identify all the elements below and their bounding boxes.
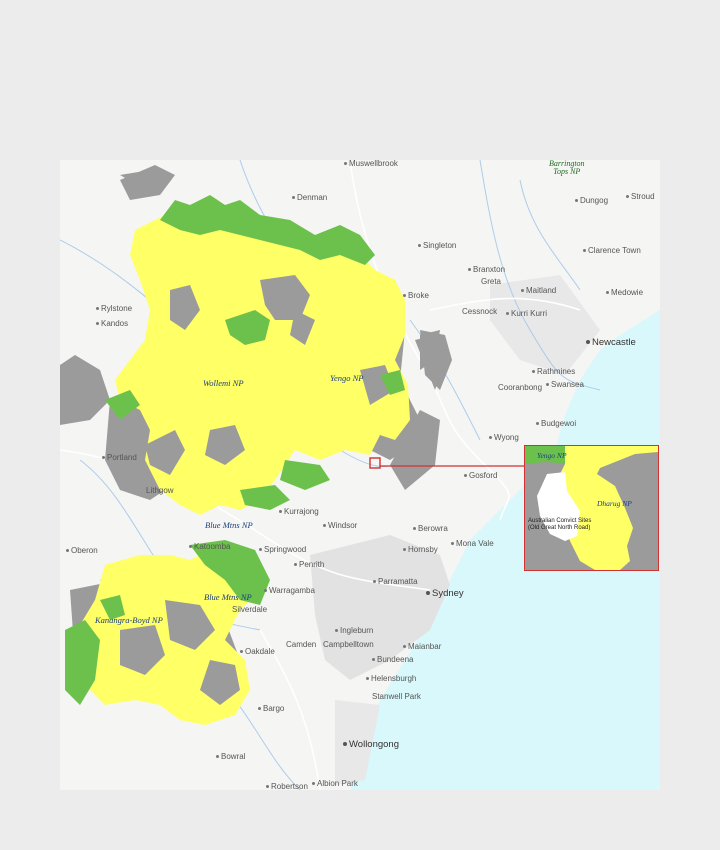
town-camden: Camden: [286, 640, 317, 649]
town-oberon: Oberon: [66, 547, 98, 555]
town-bargo: Bargo: [258, 705, 284, 713]
town-albion-park: Albion Park: [312, 780, 358, 788]
town-broke: Broke: [403, 292, 429, 300]
town-robertson: Robertson: [266, 783, 308, 790]
park-label-yengo: Yengo NP: [330, 373, 364, 383]
park-label-barrington-tops: Barrington Tops NP: [549, 160, 585, 177]
town-bowral: Bowral: [216, 753, 245, 761]
region-sydney: Sydney: [426, 589, 464, 599]
town-helensburgh: Helensburgh: [366, 675, 416, 683]
town-campbelltown: Campbelltown: [323, 640, 374, 649]
town-cessnock: Cessnock: [462, 307, 498, 316]
town-branxton: Branxton: [468, 266, 505, 274]
town-stroud: Stroud: [626, 193, 655, 201]
town-penrith: Penrith: [294, 561, 324, 569]
park-label-kanangra-boyd: Kanangra-Boyd NP: [95, 615, 163, 625]
town-denman: Denman: [292, 194, 327, 202]
inset-label-dharug: Dharug NP: [597, 499, 632, 508]
town-lithgow: Lithgow: [146, 486, 174, 495]
town-oakdale: Oakdale: [240, 648, 275, 656]
inset-label-convict-sites: Australian Convict Sites (Old Great Nort…: [528, 518, 592, 531]
town-rathmines: Rathmines: [532, 368, 575, 376]
town-stanwell-park: Stanwell Park: [372, 692, 421, 701]
town-budgewoi: Budgewoi: [536, 420, 576, 428]
town-maitland: Maitland: [521, 287, 556, 295]
town-gosford: Gosford: [464, 472, 497, 480]
town-greta: Greta: [481, 277, 502, 286]
town-swansea: Swansea: [546, 381, 584, 389]
town-kurri-kurri: Kurri Kurri: [506, 310, 547, 318]
town-parramatta: Parramatta: [373, 578, 418, 586]
town-windsor: Windsor: [323, 522, 357, 530]
town-katoomba: Katoomba: [189, 543, 230, 551]
inset-map: Yengo NP Dharug NP Australian Convict Si…: [524, 445, 659, 571]
town-berowra: Berowra: [413, 525, 448, 533]
inset-canvas: [525, 446, 658, 570]
town-warragamba: Warragamba: [264, 587, 315, 595]
town-wyong: Wyong: [489, 434, 519, 442]
town-dungog: Dungog: [575, 197, 608, 205]
town-portland: Portland: [102, 454, 137, 462]
town-silverdale: Silverdale: [232, 605, 268, 614]
park-label-blue-mtns-south: Blue Mtns NP: [204, 592, 252, 602]
town-ingleburn: Ingleburn: [335, 627, 373, 635]
town-kandos: Kandos: [96, 320, 128, 328]
town-cooranbong: Cooranbong: [498, 383, 543, 392]
town-medowie: Medowie: [606, 289, 643, 297]
town-maianbar: Maianbar: [403, 643, 441, 651]
town-clarence-town: Clarence Town: [583, 247, 641, 255]
region-wollongong: Wollongong: [343, 740, 399, 750]
town-kurrajong: Kurrajong: [279, 508, 319, 516]
town-bundeena: Bundeena: [372, 656, 413, 664]
park-label-wollemi: Wollemi NP: [203, 378, 244, 388]
park-label-blue-mtns-north: Blue Mtns NP: [205, 520, 253, 530]
town-springwood: Springwood: [259, 546, 306, 554]
inset-label-yengo: Yengo NP: [537, 451, 567, 460]
town-muswellbrook: Muswellbrook: [344, 160, 398, 168]
town-singleton: Singleton: [418, 242, 456, 250]
town-hornsby: Hornsby: [403, 546, 438, 554]
region-newcastle: Newcastle: [586, 338, 636, 348]
town-mona-vale: Mona Vale: [451, 540, 494, 548]
map[interactable]: Muswellbrook Denman Dungog Stroud Single…: [60, 160, 660, 790]
town-rylstone: Rylstone: [96, 305, 132, 313]
